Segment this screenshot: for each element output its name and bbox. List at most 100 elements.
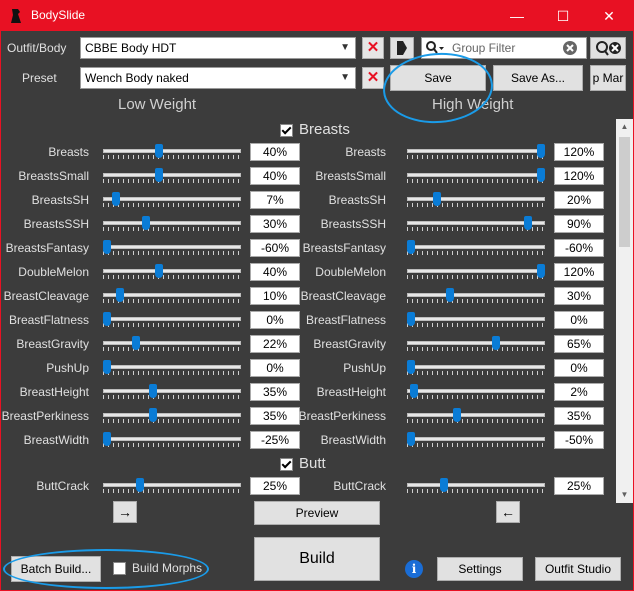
low-slider-track[interactable] (103, 365, 241, 369)
copy-low-to-high-button[interactable]: → (113, 501, 137, 523)
low-slider-thumb[interactable] (103, 312, 111, 326)
low-slider-thumb[interactable] (103, 432, 111, 446)
high-value-field[interactable]: 65% (554, 335, 604, 353)
scroll-down-icon[interactable]: ▼ (616, 487, 633, 503)
high-slider-track[interactable] (407, 245, 545, 249)
high-slider-thumb[interactable] (433, 192, 441, 206)
high-value-field[interactable]: 120% (554, 143, 604, 161)
high-slider-track[interactable] (407, 341, 545, 345)
vertical-scrollbar[interactable]: ▲ ▼ (616, 119, 633, 503)
low-slider-track[interactable] (103, 197, 241, 201)
high-value-field[interactable]: -50% (554, 431, 604, 449)
high-slider-track[interactable] (407, 269, 545, 273)
low-slider-thumb[interactable] (103, 240, 111, 254)
low-slider-track[interactable] (103, 317, 241, 321)
low-slider-thumb[interactable] (148, 384, 157, 398)
outfit-studio-button[interactable]: Outfit Studio (535, 557, 621, 581)
low-slider-track[interactable] (103, 221, 241, 225)
low-value-field[interactable]: 0% (250, 311, 300, 329)
high-slider-thumb[interactable] (452, 408, 461, 422)
high-slider-track[interactable] (407, 197, 545, 201)
high-value-field[interactable]: 120% (554, 263, 604, 281)
maximize-button[interactable]: ☐ (540, 1, 586, 31)
high-slider-track[interactable] (407, 413, 545, 417)
copy-high-to-low-button[interactable]: ← (496, 501, 520, 523)
low-slider-thumb[interactable] (155, 264, 163, 278)
high-value-field[interactable]: 2% (554, 383, 604, 401)
low-value-field[interactable]: 22% (250, 335, 300, 353)
high-value-field[interactable]: 35% (554, 407, 604, 425)
high-slider-thumb[interactable] (491, 336, 500, 350)
settings-button[interactable]: Settings (437, 557, 523, 581)
high-slider-thumb[interactable] (439, 478, 448, 492)
low-slider-track[interactable] (103, 483, 241, 487)
low-slider-track[interactable] (103, 269, 241, 273)
low-slider-track[interactable] (103, 149, 241, 153)
high-slider-track[interactable] (407, 437, 545, 441)
low-value-field[interactable]: -60% (250, 239, 300, 257)
low-value-field[interactable]: 40% (250, 263, 300, 281)
clear-search-icon[interactable] (562, 40, 578, 56)
clear-outfit-button[interactable]: ✕ (362, 37, 384, 59)
high-slider-thumb[interactable] (537, 264, 545, 278)
low-value-field[interactable]: 7% (250, 191, 300, 209)
high-slider-thumb[interactable] (524, 216, 532, 230)
preset-dropdown[interactable]: Wench Body naked ▼ (80, 67, 356, 89)
high-slider-track[interactable] (407, 173, 545, 177)
low-slider-track[interactable] (103, 437, 241, 441)
low-value-field[interactable]: 40% (250, 167, 300, 185)
section-header[interactable]: Breasts (280, 121, 350, 138)
low-slider-thumb[interactable] (103, 360, 111, 374)
low-slider-track[interactable] (103, 341, 241, 345)
high-value-field[interactable]: 20% (554, 191, 604, 209)
high-slider-track[interactable] (407, 317, 545, 321)
high-value-field[interactable]: -60% (554, 239, 604, 257)
high-slider-track[interactable] (407, 149, 545, 153)
high-slider-thumb[interactable] (537, 144, 545, 158)
map-button[interactable]: p Mar (590, 65, 626, 91)
low-slider-thumb[interactable] (148, 408, 157, 422)
low-value-field[interactable]: -25% (250, 431, 300, 449)
low-value-field[interactable]: 30% (250, 215, 300, 233)
high-value-field[interactable]: 0% (554, 359, 604, 377)
low-slider-track[interactable] (103, 413, 241, 417)
high-slider-thumb[interactable] (407, 360, 415, 374)
low-slider-thumb[interactable] (155, 168, 163, 182)
high-slider-track[interactable] (407, 389, 545, 393)
high-value-field[interactable]: 30% (554, 287, 604, 305)
low-slider-track[interactable] (103, 245, 241, 249)
low-slider-thumb[interactable] (112, 192, 121, 206)
low-value-field[interactable]: 0% (250, 359, 300, 377)
low-value-field[interactable]: 25% (250, 477, 300, 495)
low-slider-thumb[interactable] (116, 288, 124, 302)
high-slider-thumb[interactable] (407, 432, 415, 446)
minimize-button[interactable]: — (494, 1, 540, 31)
group-menu-button[interactable] (390, 37, 414, 59)
high-value-field[interactable]: 120% (554, 167, 604, 185)
info-icon[interactable]: i (405, 560, 423, 578)
section-header[interactable]: Butt (280, 455, 326, 472)
clear-preset-button[interactable]: ✕ (362, 67, 384, 89)
save-as-button[interactable]: Save As... (493, 65, 583, 91)
low-slider-track[interactable] (103, 173, 241, 177)
high-slider-thumb[interactable] (407, 240, 415, 254)
low-slider-thumb[interactable] (131, 336, 140, 350)
preview-button[interactable]: Preview (254, 501, 380, 525)
high-value-field[interactable]: 0% (554, 311, 604, 329)
section-checkbox[interactable] (280, 457, 293, 471)
low-slider-track[interactable] (103, 389, 241, 393)
high-value-field[interactable]: 25% (554, 477, 604, 495)
scrollbar-thumb[interactable] (619, 137, 630, 247)
high-slider-thumb[interactable] (407, 312, 415, 326)
low-slider-thumb[interactable] (135, 478, 144, 492)
high-slider-track[interactable] (407, 483, 545, 487)
low-value-field[interactable]: 10% (250, 287, 300, 305)
low-slider-thumb[interactable] (155, 144, 163, 158)
scroll-up-icon[interactable]: ▲ (616, 119, 633, 135)
close-button[interactable]: ✕ (586, 1, 632, 31)
high-slider-thumb[interactable] (446, 288, 454, 302)
clear-filter-button[interactable] (590, 37, 626, 59)
build-button[interactable]: Build (254, 537, 380, 581)
low-value-field[interactable]: 35% (250, 407, 300, 425)
section-checkbox[interactable] (280, 123, 293, 137)
